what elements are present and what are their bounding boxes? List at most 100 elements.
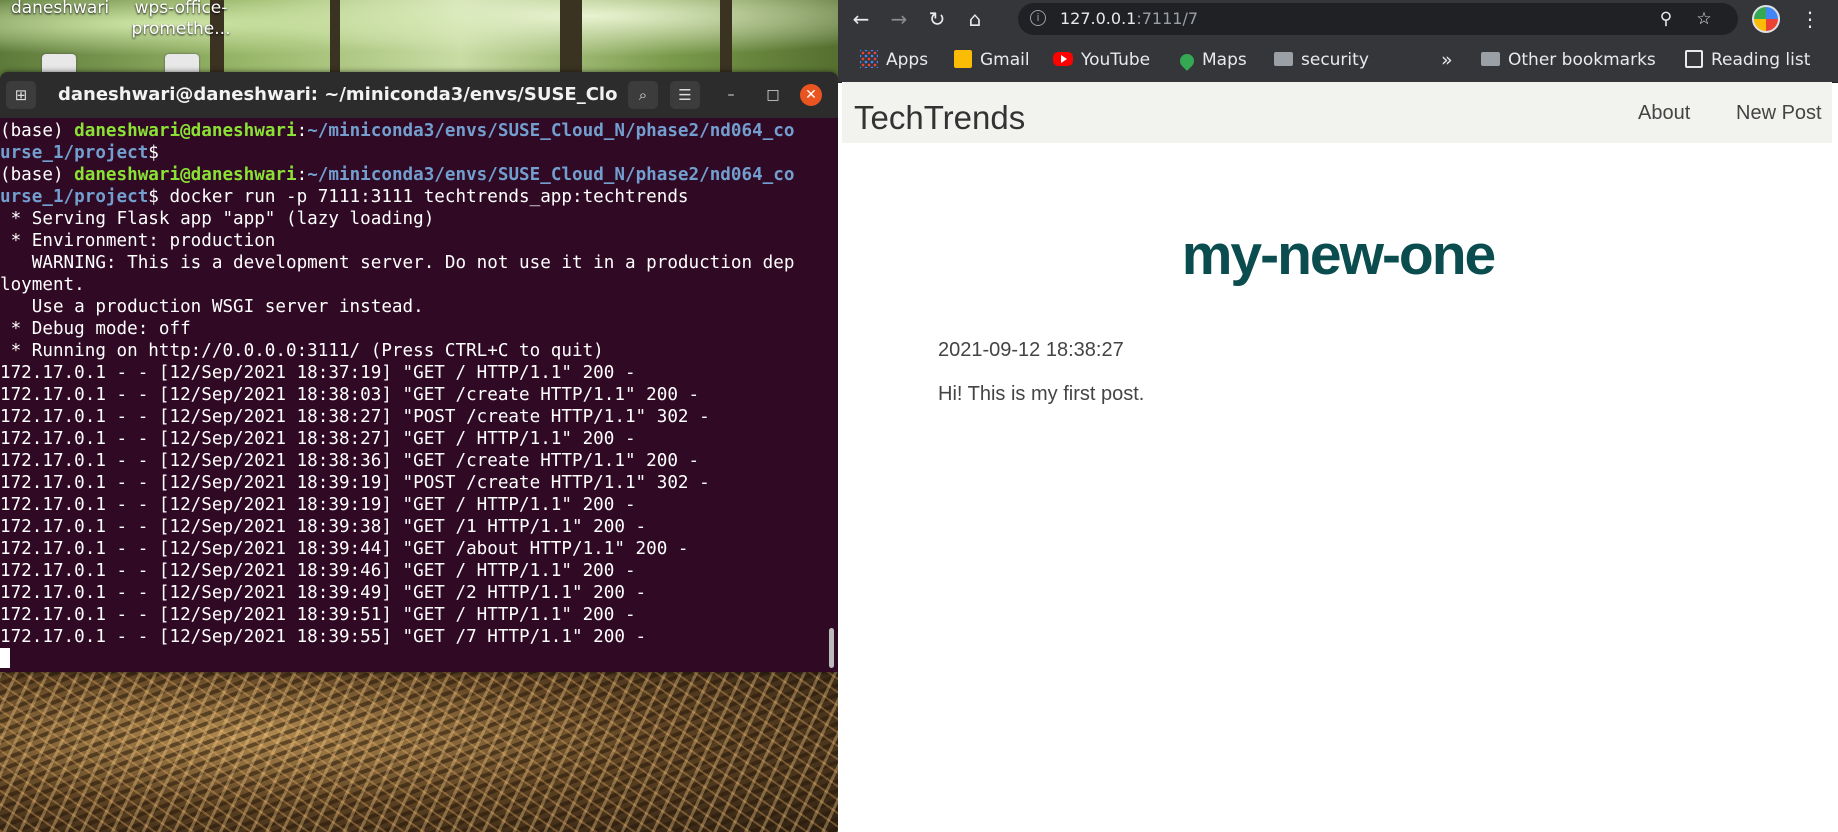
bookmarks-overflow-button[interactable]: »: [1441, 38, 1453, 82]
gmail-icon: [954, 50, 972, 68]
terminal-line: * Debug mode: off: [0, 318, 832, 340]
bookmark-label: YouTube: [1081, 50, 1151, 70]
new-tab-icon[interactable]: ⊞: [6, 81, 36, 109]
terminal-line-pre: * Serving Flask app "app" (lazy loading): [0, 209, 435, 229]
site-navbar: TechTrends About New Post: [842, 82, 1832, 143]
terminal-scrollbar[interactable]: [829, 628, 834, 668]
terminal-line-pre: (base): [0, 121, 75, 141]
hamburger-menu-icon[interactable]: ☰: [670, 81, 700, 109]
reload-icon[interactable]: ↻: [924, 6, 950, 32]
terminal-line: urse_1/project$: [0, 142, 832, 164]
folder-icon: [1481, 52, 1500, 66]
terminal-line: urse_1/project$ docker run -p 7111:3111 …: [0, 186, 832, 208]
browser-window: ← → ↻ ⌂ i 127.0.0.1:7111/7 ⚲ ☆ ⋮ Apps Gm…: [838, 0, 1838, 832]
terminal-line-pre: 172.17.0.1 - - [12/Sep/2021 18:39:49] "G…: [0, 583, 647, 603]
bookmark-youtube[interactable]: YouTube: [1053, 38, 1150, 82]
post-title: my-new-one: [1181, 223, 1497, 287]
home-icon[interactable]: ⌂: [962, 6, 988, 32]
post-date: 2021-09-12 18:38:27: [938, 339, 1124, 361]
bookmark-apps[interactable]: Apps: [860, 38, 928, 82]
bookmark-label: Other bookmarks: [1508, 50, 1656, 70]
wallpaper-tree: [560, 0, 582, 80]
terminal-line-pre: 172.17.0.1 - - [12/Sep/2021 18:38:27] "P…: [0, 407, 710, 427]
terminal-line: * Environment: production: [0, 230, 832, 252]
terminal-line: loyment.: [0, 274, 832, 296]
terminal-line-pre: 172.17.0.1 - - [12/Sep/2021 18:39:19] "P…: [0, 473, 710, 493]
terminal-line-pre: 172.17.0.1 - - [12/Sep/2021 18:39:44] "G…: [0, 539, 689, 559]
minimize-icon[interactable]: –: [720, 84, 742, 106]
site-brand[interactable]: TechTrends: [854, 82, 1025, 143]
browser-menu-icon[interactable]: ⋮: [1800, 6, 1820, 32]
terminal-line-pre: 172.17.0.1 - - [12/Sep/2021 18:39:19] "G…: [0, 495, 636, 515]
terminal-line: 172.17.0.1 - - [12/Sep/2021 18:39:19] "G…: [0, 494, 832, 516]
terminal-line-pre: 172.17.0.1 - - [12/Sep/2021 18:39:38] "G…: [0, 517, 647, 537]
terminal-line-pre: * Running on http://0.0.0.0:3111/ (Press…: [0, 341, 604, 361]
terminal-line-sep: :: [296, 121, 308, 141]
wallpaper-tree: [330, 0, 340, 80]
url-text[interactable]: 127.0.0.1:7111/7: [1060, 3, 1198, 35]
terminal-line-pre: * Environment: production: [0, 231, 276, 251]
bookmark-label: Gmail: [980, 50, 1030, 70]
bookmark-maps[interactable]: Maps: [1177, 38, 1247, 82]
terminal-line-pre: * Debug mode: off: [0, 319, 191, 339]
home-folder-icon[interactable]: [42, 54, 76, 74]
terminal-line: 172.17.0.1 - - [12/Sep/2021 18:38:27] "P…: [0, 406, 832, 428]
desktop-icon-label-home[interactable]: daneshwari: [10, 0, 110, 19]
bookmark-security[interactable]: security: [1274, 38, 1369, 82]
terminal-line-path: urse_1/project: [0, 143, 149, 163]
terminal-line: 172.17.0.1 - - [12/Sep/2021 18:38:36] "G…: [0, 450, 832, 472]
terminal-line: * Running on http://0.0.0.0:3111/ (Press…: [0, 340, 832, 362]
close-icon[interactable]: ✕: [800, 84, 822, 106]
profile-avatar[interactable]: [1752, 5, 1780, 33]
terminal-line-pre: loyment.: [0, 275, 85, 295]
address-bar[interactable]: i 127.0.0.1:7111/7 ⚲ ☆: [1018, 3, 1738, 35]
bookmark-other[interactable]: Other bookmarks: [1481, 38, 1656, 82]
terminal-line-pre: 172.17.0.1 - - [12/Sep/2021 18:39:51] "G…: [0, 605, 636, 625]
terminal-title: daneshwari@daneshwari: ~/miniconda3/envs…: [58, 84, 618, 105]
terminal-line-pre: WARNING: This is a development server. D…: [0, 253, 795, 273]
terminal-line: 172.17.0.1 - - [12/Sep/2021 18:37:19] "G…: [0, 362, 832, 384]
terminal-line: 172.17.0.1 - - [12/Sep/2021 18:39:51] "G…: [0, 604, 832, 626]
bookmark-label: security: [1301, 50, 1369, 70]
post-body: Hi! This is my first post.: [938, 383, 1145, 405]
terminal-output[interactable]: (base) daneshwari@daneshwari:~/miniconda…: [0, 118, 832, 672]
terminal-line-path: urse_1/project: [0, 187, 149, 207]
terminal-line-pre: 172.17.0.1 - - [12/Sep/2021 18:38:03] "G…: [0, 385, 700, 405]
search-icon[interactable]: ⌕: [628, 81, 658, 109]
terminal-titlebar[interactable]: ⊞ daneshwari@daneshwari: ~/miniconda3/en…: [0, 72, 838, 118]
terminal-line-pre: 172.17.0.1 - - [12/Sep/2021 18:37:19] "G…: [0, 363, 636, 383]
bookmark-star-icon[interactable]: ☆: [1692, 7, 1716, 31]
terminal-window[interactable]: ⊞ daneshwari@daneshwari: ~/miniconda3/en…: [0, 72, 838, 672]
terminal-line: WARNING: This is a development server. D…: [0, 252, 832, 274]
terminal-line-pre: Use a production WSGI server instead.: [0, 297, 424, 317]
zoom-icon[interactable]: ⚲: [1654, 7, 1678, 31]
terminal-line-path: ~/miniconda3/envs/SUSE_Cloud_N/phase2/nd…: [307, 165, 795, 185]
terminal-line: 172.17.0.1 - - [12/Sep/2021 18:39:44] "G…: [0, 538, 832, 560]
url-path: :7111/7: [1136, 9, 1199, 28]
wallpaper-tree: [720, 0, 732, 80]
text-cursor: [0, 648, 10, 668]
nav-about-link[interactable]: About: [1638, 82, 1690, 144]
back-arrow-icon[interactable]: ←: [848, 6, 874, 32]
maximize-icon[interactable]: □: [762, 84, 784, 106]
reading-list-button[interactable]: Reading list: [1685, 38, 1810, 82]
desktop-icon-label-wps[interactable]: wps-office- promethe...: [126, 0, 236, 40]
forward-arrow-icon[interactable]: →: [886, 6, 912, 32]
terminal-line: 172.17.0.1 - - [12/Sep/2021 18:39:38] "G…: [0, 516, 832, 538]
wps-office-icon[interactable]: [165, 54, 199, 74]
bookmark-label: Maps: [1202, 50, 1247, 70]
desktop-wallpaper-bottom: [0, 672, 838, 832]
terminal-line-user: daneshwari@daneshwari: [74, 165, 297, 185]
terminal-line: * Serving Flask app "app" (lazy loading): [0, 208, 832, 230]
youtube-icon: [1053, 52, 1073, 66]
terminal-line: 172.17.0.1 - - [12/Sep/2021 18:38:27] "G…: [0, 428, 832, 450]
nav-new-post-link[interactable]: New Post: [1736, 82, 1822, 144]
bookmark-label: Reading list: [1711, 50, 1811, 70]
terminal-line: 172.17.0.1 - - [12/Sep/2021 18:39:49] "G…: [0, 582, 832, 604]
bookmark-gmail[interactable]: Gmail: [954, 38, 1030, 82]
terminal-line-path: ~/miniconda3/envs/SUSE_Cloud_N/phase2/nd…: [307, 121, 795, 141]
terminal-line-pre: 172.17.0.1 - - [12/Sep/2021 18:38:36] "G…: [0, 451, 700, 471]
terminal-cursor-line: [0, 648, 832, 670]
info-icon[interactable]: i: [1030, 10, 1046, 26]
terminal-line: 172.17.0.1 - - [12/Sep/2021 18:39:55] "G…: [0, 626, 832, 648]
